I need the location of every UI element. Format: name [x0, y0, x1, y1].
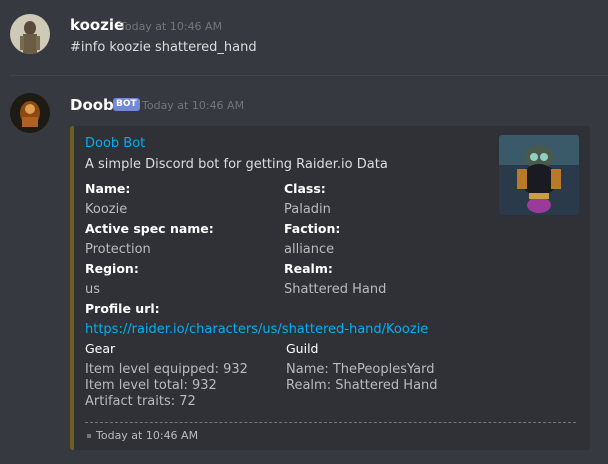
- message-content: #info koozie shattered_hand: [70, 40, 257, 55]
- gear-artifact-traits: Artifact traits: 72: [85, 394, 196, 409]
- embed-description: A simple Discord bot for getting Raider.…: [85, 157, 388, 172]
- gear-values: Item level equipped: 932 Item level tota…: [85, 362, 248, 410]
- bot-badge: BOT: [113, 98, 140, 111]
- footer-divider: [85, 422, 576, 423]
- embed-title[interactable]: Doob Bot: [85, 136, 145, 151]
- character-thumbnail-icon: [499, 135, 579, 215]
- field-name-guild: Guild: [286, 341, 319, 356]
- field-name-region: Region:: [85, 261, 139, 276]
- user-avatar-icon: [10, 14, 50, 54]
- username[interactable]: Doob: [70, 96, 114, 114]
- field-name-faction: Faction:: [284, 221, 341, 236]
- timestamp: Today at 10:46 AM: [120, 20, 223, 33]
- field-value-spec: Protection: [85, 242, 151, 257]
- field-name-spec: Active spec name:: [85, 221, 214, 236]
- embed-footer: Today at 10:46 AM: [87, 429, 198, 442]
- profile-url-link[interactable]: https://raider.io/characters/us/shattere…: [85, 322, 428, 337]
- timestamp: Today at 10:46 AM: [142, 99, 245, 112]
- field-value-region: us: [85, 282, 101, 297]
- embed-card: Doob Bot A simple Discord bot for gettin…: [70, 126, 590, 450]
- footer-timestamp: Today at 10:46 AM: [96, 429, 199, 442]
- embed-thumbnail[interactable]: [499, 135, 579, 215]
- field-name-profile-url: Profile url:: [85, 301, 160, 316]
- footer-dot-icon: [87, 434, 91, 438]
- guild-realm: Realm: Shattered Hand: [286, 378, 438, 393]
- gear-item-level-total: Item level total: 932: [85, 378, 217, 393]
- username[interactable]: koozie: [70, 16, 124, 34]
- bot-avatar[interactable]: [10, 93, 50, 133]
- field-name-class: Class:: [284, 181, 326, 196]
- field-value-realm: Shattered Hand: [284, 282, 387, 297]
- field-name-realm: Realm:: [284, 261, 333, 276]
- field-name-name: Name:: [85, 181, 131, 196]
- avatar[interactable]: [10, 14, 50, 54]
- guild-name: Name: ThePeoplesYard: [286, 362, 435, 377]
- field-name-gear: Gear: [85, 341, 116, 356]
- message-divider: [10, 75, 608, 76]
- field-value-faction: alliance: [284, 242, 335, 257]
- field-value-name: Koozie: [85, 202, 128, 217]
- gear-item-level-equipped: Item level equipped: 932: [85, 362, 248, 377]
- field-value-class: Paladin: [284, 202, 331, 217]
- bot-avatar-icon: [10, 93, 50, 133]
- guild-values: Name: ThePeoplesYard Realm: Shattered Ha…: [286, 362, 438, 394]
